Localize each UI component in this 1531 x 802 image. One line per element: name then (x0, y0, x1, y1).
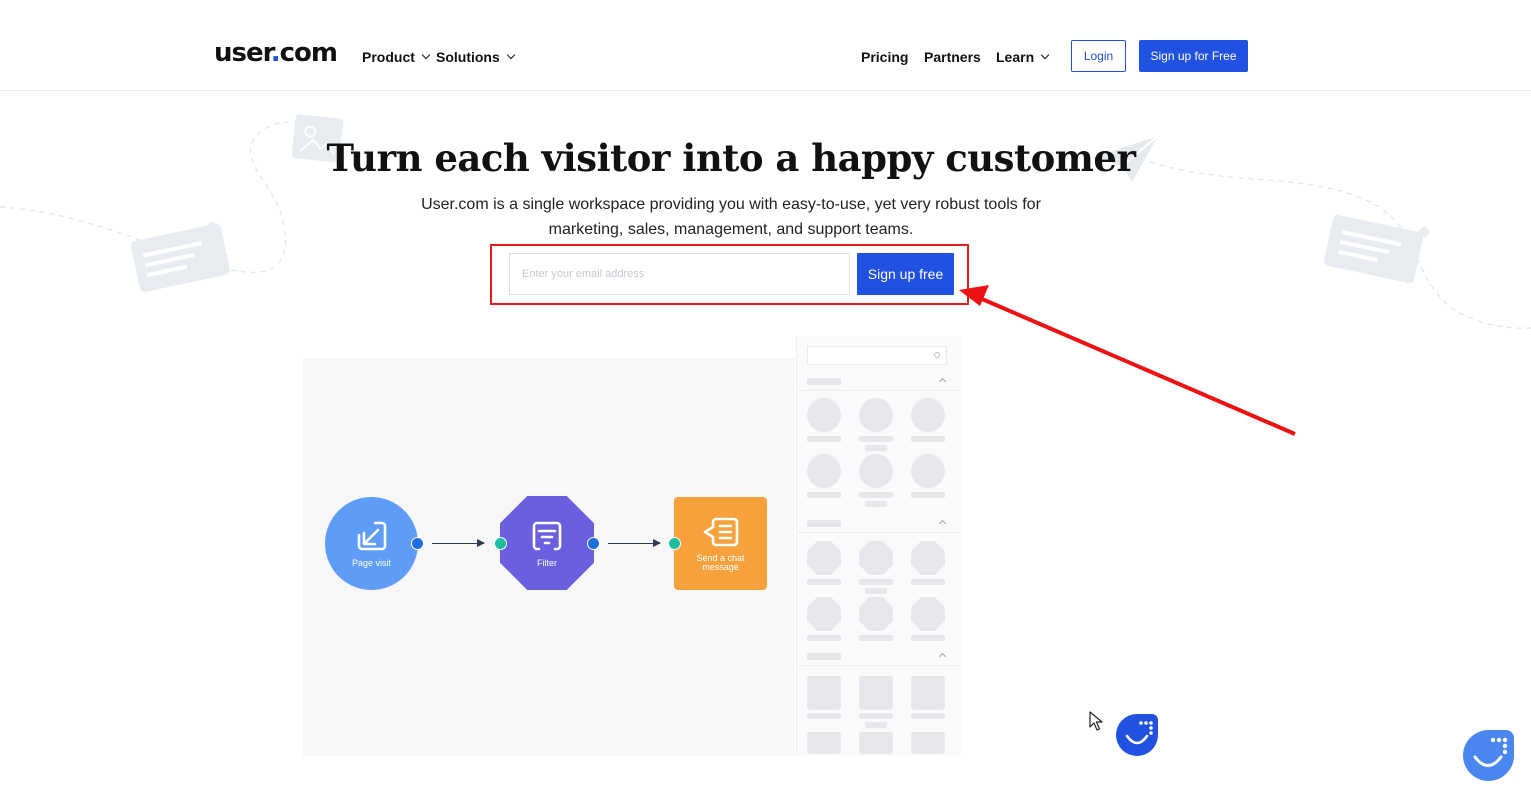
chat-bubble-icon[interactable] (1463, 730, 1514, 781)
message-card-icon (1324, 214, 1424, 284)
email-input[interactable] (509, 253, 850, 295)
divider (797, 665, 961, 666)
placeholder-label (807, 579, 841, 585)
placeholder-label (911, 713, 945, 719)
flow-node-label: Page visit (351, 558, 392, 568)
placeholder-item (911, 454, 945, 488)
chevron-up-icon (938, 519, 947, 528)
nav-pricing-label: Pricing (861, 49, 909, 65)
chat-face-icon (1125, 721, 1153, 745)
nav-product[interactable]: Product (362, 49, 431, 65)
hero-title: Turn each visitor into a happy customer (326, 136, 1136, 180)
nav-learn-label: Learn (996, 49, 1035, 65)
section-header (807, 520, 841, 527)
placeholder-item (859, 676, 893, 710)
input-port (494, 537, 507, 550)
output-port (411, 537, 424, 550)
flow-node-send-chat: Send a chat message (674, 497, 767, 590)
placeholder-item (807, 597, 841, 631)
placeholder-label (859, 492, 893, 498)
chat-bubble-icon[interactable] (1116, 714, 1158, 756)
flow-node-label: message (702, 561, 739, 572)
placeholder-item (859, 597, 893, 631)
message-card-icon (130, 223, 230, 292)
placeholder-label (865, 445, 887, 451)
chat-message-icon (703, 517, 738, 546)
chevron-up-icon (938, 652, 947, 661)
placeholder-label (911, 579, 945, 585)
placeholder-item (911, 732, 945, 754)
nav-solutions-label: Solutions (436, 49, 500, 65)
hero-subtitle-line1: User.com is a single workspace providing… (421, 196, 1041, 213)
filter-list-icon (532, 521, 562, 550)
placeholder-item (807, 676, 841, 710)
hero-subtitle-line2: marketing, sales, management, and suppor… (548, 221, 914, 238)
logo[interactable]: user.com (214, 38, 338, 68)
connector-arrow (608, 539, 661, 547)
hero-subtitle: User.com is a single workspace providing… (400, 192, 1062, 242)
mockup-side-panel (796, 336, 961, 756)
placeholder-item (911, 676, 945, 710)
flow-node-label: Filter (537, 557, 557, 568)
placeholder-item (859, 398, 893, 432)
flow-node-page-visit: Page visit (325, 497, 418, 590)
panel-search-input (807, 346, 947, 365)
placeholder-label (807, 492, 841, 498)
placeholder-label (807, 436, 841, 442)
chevron-down-icon (421, 50, 431, 60)
placeholder-label (807, 713, 841, 719)
logo-suffix: com (279, 38, 338, 68)
search-icon (934, 352, 940, 358)
nav-product-label: Product (362, 49, 415, 65)
placeholder-label (911, 436, 945, 442)
input-port (668, 537, 681, 550)
output-port (587, 537, 600, 550)
placeholder-item (859, 454, 893, 488)
chevron-up-icon (938, 377, 947, 386)
placeholder-label (911, 492, 945, 498)
placeholder-label (865, 588, 887, 594)
placeholder-item (807, 732, 841, 754)
placeholder-label (859, 635, 893, 641)
mockup-toolbar (303, 336, 795, 360)
signup-header-button[interactable]: Sign up for Free (1139, 40, 1248, 72)
nav-pricing[interactable]: Pricing (861, 49, 908, 65)
chevron-down-icon (1040, 50, 1050, 60)
login-button[interactable]: Login (1071, 40, 1126, 72)
placeholder-label (859, 436, 893, 442)
nav-solutions[interactable]: Solutions (436, 49, 516, 65)
site-header: user.com Product Solutions Pricing Partn… (0, 0, 1531, 91)
divider (797, 390, 961, 391)
signup-free-button[interactable]: Sign up free (857, 253, 954, 295)
placeholder-item (911, 541, 945, 575)
placeholder-item (859, 732, 893, 754)
placeholder-item (807, 398, 841, 432)
placeholder-label (807, 635, 841, 641)
nav-partners[interactable]: Partners (924, 49, 981, 65)
divider (797, 532, 961, 533)
section-header (807, 653, 841, 660)
placeholder-label (859, 579, 893, 585)
placeholder-label (865, 501, 887, 507)
placeholder-item (859, 541, 893, 575)
placeholder-item (911, 597, 945, 631)
placeholder-item (807, 454, 841, 488)
placeholder-item (807, 541, 841, 575)
nav-partners-label: Partners (924, 49, 981, 65)
placeholder-label (859, 713, 893, 719)
placeholder-item (911, 398, 945, 432)
placeholder-label (911, 635, 945, 641)
chat-face-icon (1473, 737, 1508, 767)
edit-arrow-icon (357, 521, 386, 551)
chevron-down-icon (506, 50, 516, 60)
placeholder-label (865, 722, 887, 728)
flow-node-filter: Filter (500, 496, 594, 590)
connector-arrow (432, 539, 485, 547)
logo-text: user (214, 38, 272, 68)
section-header (807, 378, 841, 385)
mouse-pointer-icon (1089, 711, 1103, 731)
nav-learn[interactable]: Learn (996, 49, 1050, 65)
logo-dot: . (270, 38, 281, 68)
